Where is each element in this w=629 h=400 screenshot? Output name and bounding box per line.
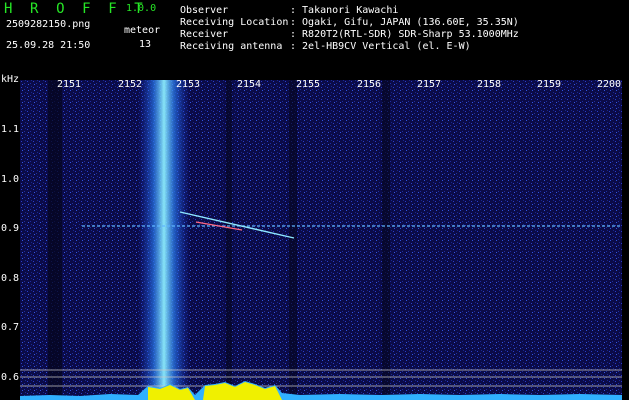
detection-count: 13	[139, 39, 152, 50]
app-version: 1.0.0	[126, 3, 157, 14]
dark-column	[226, 80, 232, 400]
dark-column	[382, 80, 390, 400]
x-tick: 2157	[417, 79, 442, 90]
y-tick: 0.7	[1, 322, 20, 333]
noise-floor	[20, 80, 622, 400]
x-tick: 2156	[357, 79, 382, 90]
y-tick: 1.0	[1, 174, 20, 185]
x-tick: 2155	[296, 79, 321, 90]
y-tick: 0.9	[1, 223, 20, 234]
y-tick: 0.8	[1, 273, 20, 284]
x-tick: 2153	[176, 79, 201, 90]
y-tick: 0.6	[1, 372, 20, 383]
antenna-label: Receiving antenna	[180, 41, 283, 52]
y-axis-unit: kHz	[1, 74, 20, 85]
dark-column	[48, 80, 62, 400]
spectrogram	[20, 80, 622, 400]
x-tick: 2151	[57, 79, 82, 90]
spectrogram-svg	[20, 80, 622, 400]
x-tick: 2158	[477, 79, 502, 90]
interference-band	[138, 80, 190, 392]
y-tick: 1.1	[1, 124, 20, 135]
dark-column	[289, 80, 297, 400]
x-tick: 2159	[537, 79, 562, 90]
antenna-value: : 2el-HB9CV Vertical (el. E-W)	[290, 41, 471, 52]
mode-label: meteor	[124, 25, 161, 36]
x-tick: 2152	[118, 79, 143, 90]
capture-filename: 2509282150.png	[6, 19, 91, 30]
capture-timestamp: 25.09.28 21:50	[6, 40, 91, 51]
x-tick: 2154	[237, 79, 262, 90]
x-tick: 2200	[597, 79, 622, 90]
